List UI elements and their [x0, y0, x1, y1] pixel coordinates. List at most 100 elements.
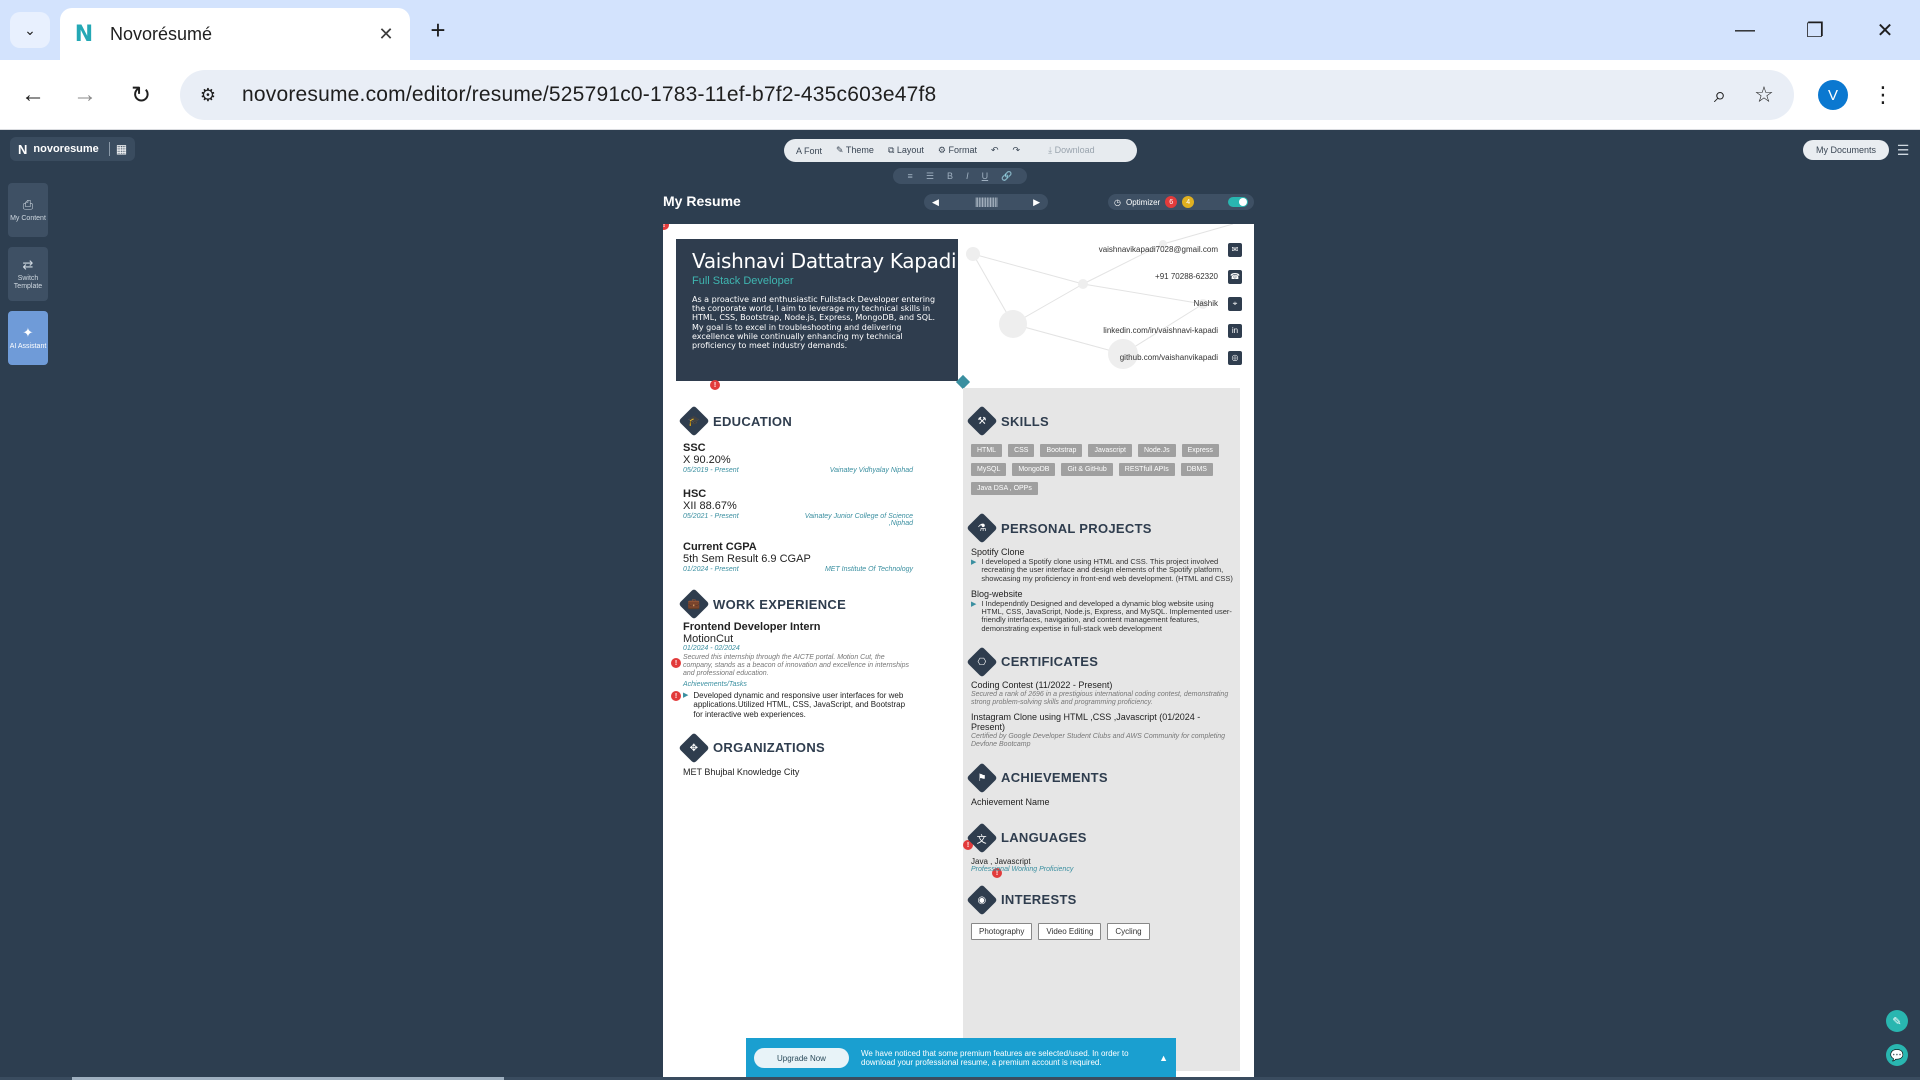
certificates-section-header[interactable]: ⎔ CERTIFICATES — [966, 646, 1236, 678]
page-slider[interactable]: ◀ |||||||||||||| ▶ — [924, 194, 1048, 210]
contact-email[interactable]: vaishnavikapadi7028@gmail.com ✉ — [1012, 236, 1242, 263]
skill-tag[interactable]: Express — [1181, 444, 1219, 457]
editor-toolbar: A Font ✎ Theme ⧉ Layout ⚙ Format ↶ ↷ ⤓ D… — [784, 139, 1137, 162]
menu-icon[interactable]: ☰ — [1892, 139, 1914, 161]
theme-button[interactable]: ✎ Theme — [836, 145, 874, 156]
work-section-header[interactable]: 💼 WORK EXPERIENCE — [678, 588, 913, 620]
my-documents-button[interactable]: My Documents — [1803, 140, 1889, 160]
interest-tag[interactable]: Photography — [971, 922, 1033, 940]
tab-search-button[interactable]: ⌄ — [10, 12, 50, 48]
certificate-item[interactable]: Coding Contest (11/2022 - Present) Secur… — [971, 680, 1236, 707]
skills-icon: ⚒ — [966, 405, 998, 437]
warning-icon[interactable]: ! — [671, 658, 681, 668]
education-item[interactable]: SSC X 90.20% 05/2019 - Present Vainatey V… — [683, 442, 913, 474]
resume-header[interactable]: Vaishnavi Dattatray Kapadi Full Stack De… — [676, 239, 958, 381]
apps-grid-icon[interactable]: ▦ — [108, 142, 127, 156]
candidate-role[interactable]: Full Stack Developer — [692, 275, 942, 287]
contact-location[interactable]: Nashik ⌖ — [1012, 290, 1242, 317]
ai-assistant-button[interactable]: ✦ AI Assistant — [8, 311, 48, 365]
redo-icon[interactable]: ↷ — [1013, 145, 1021, 156]
undo-icon[interactable]: ↶ — [991, 145, 999, 156]
restore-button[interactable]: ❐ — [1790, 10, 1840, 50]
organizations-section-header[interactable]: ✥ ORGANIZATIONS — [678, 732, 913, 764]
skill-tag[interactable]: MongoDB — [1012, 463, 1056, 476]
skill-tag[interactable]: Bootstrap — [1040, 444, 1083, 457]
skill-tag[interactable]: MySQL — [971, 463, 1007, 476]
project-item[interactable]: Blog-website ▶ I Independntly Designed an… — [971, 589, 1236, 633]
next-page-icon[interactable]: ▶ — [1033, 197, 1040, 208]
prev-page-icon[interactable]: ◀ — [932, 197, 939, 208]
skill-tag[interactable]: HTML — [971, 444, 1003, 457]
notes-icon[interactable]: ✎ — [1886, 1010, 1908, 1032]
education-item[interactable]: HSC XII 88.67% 05/2021 - Present Vainatey… — [683, 488, 913, 527]
close-window-button[interactable]: ✕ — [1860, 10, 1910, 50]
url-text[interactable]: novoresume.com/editor/resume/525791c0-17… — [242, 83, 1698, 107]
skill-tag[interactable]: Javascript — [1088, 444, 1132, 457]
resume-page[interactable]: Vaishnavi Dattatray Kapadi Full Stack De… — [663, 224, 1254, 1080]
language-item[interactable]: Java , Javascript Professional Working P… — [971, 857, 1236, 873]
minimize-button[interactable]: — — [1720, 10, 1770, 50]
achievement-item[interactable]: Achievement Name — [971, 797, 1236, 807]
achievements-section-header[interactable]: ⚑ ACHIEVEMENTS — [966, 762, 1236, 794]
bookmark-star-icon[interactable]: ☆ — [1742, 73, 1786, 117]
upgrade-now-button[interactable]: Upgrade Now — [754, 1048, 849, 1068]
interest-tag[interactable]: Video Editing — [1038, 922, 1102, 940]
skill-tag[interactable]: Java DSA , OPPs — [971, 482, 1038, 495]
layout-button[interactable]: ⧉ Layout — [888, 145, 924, 156]
logo-text: novoresume — [33, 143, 99, 155]
italic-icon[interactable]: I — [966, 171, 969, 181]
education-item[interactable]: Current CGPA 5th Sem Result 6.9 CGAP 01/… — [683, 541, 913, 573]
warning-icon[interactable]: ! — [671, 691, 681, 701]
warning-icon[interactable]: ! — [710, 380, 720, 390]
chat-icon[interactable]: 💬 — [1886, 1044, 1908, 1066]
skill-tag[interactable]: Git & GitHub — [1061, 463, 1113, 476]
my-content-button[interactable]: ⎙ My Content — [8, 183, 48, 237]
certificate-item[interactable]: Instagram Clone using HTML ,CSS ,Javascr… — [971, 712, 1236, 749]
contact-linkedin[interactable]: linkedin.com/in/vaishnavi-kapadi in — [1012, 317, 1242, 344]
zoom-icon[interactable]: ⌕ — [1698, 73, 1742, 117]
interest-tag[interactable]: Cycling — [1107, 922, 1150, 940]
profile-avatar[interactable]: V — [1818, 80, 1848, 110]
browser-menu-icon[interactable]: ⋮ — [1868, 78, 1898, 112]
site-info-icon[interactable]: ⚙ — [188, 75, 228, 115]
underline-icon[interactable]: U — [982, 171, 989, 181]
optimizer-bar[interactable]: ◷ Optimizer 6 4 — [1108, 194, 1254, 210]
skill-tag[interactable]: Node.Js — [1137, 444, 1176, 457]
novoresume-logo[interactable]: N novoresume ▦ — [10, 137, 136, 161]
work-item[interactable]: Frontend Developer Intern MotionCut 01/2… — [683, 621, 913, 719]
skill-tag[interactable]: RESTfull APIs — [1118, 463, 1175, 476]
optimizer-toggle[interactable] — [1228, 197, 1248, 207]
link-icon[interactable]: 🔗 — [1001, 171, 1012, 182]
bold-icon[interactable]: B — [947, 171, 953, 181]
contact-github[interactable]: github.com/vaishanvikapadi ◎ — [1012, 344, 1242, 371]
download-button[interactable]: ⤓ Download — [1048, 145, 1095, 156]
close-tab-icon[interactable]: ✕ — [372, 20, 400, 48]
switch-template-button[interactable]: ⇄ Switch Template — [8, 247, 48, 301]
projects-section-header[interactable]: ⚗ PERSONAL PROJECTS — [966, 512, 1236, 544]
candidate-name[interactable]: Vaishnavi Dattatray Kapadi — [692, 249, 957, 273]
omnibox[interactable]: ⚙ novoresume.com/editor/resume/525791c0-… — [180, 70, 1794, 120]
warning-icon[interactable]: ! — [663, 224, 669, 230]
project-item[interactable]: Spotify Clone ▶ I developed a Spotify clo… — [971, 547, 1236, 583]
format-label: Format — [948, 145, 977, 155]
interests-section-header[interactable]: ◉ INTERESTS — [966, 884, 1236, 916]
skill-tag[interactable]: CSS — [1008, 444, 1035, 457]
new-tab-button[interactable]: + — [422, 14, 454, 46]
font-button[interactable]: A Font — [796, 146, 822, 156]
skills-section-header[interactable]: ⚒ SKILLS — [966, 405, 1236, 437]
education-section-header[interactable]: 🎓 EDUCATION — [678, 405, 913, 437]
languages-section-header[interactable]: 文 LANGUAGES — [966, 822, 1236, 854]
back-icon[interactable]: ← — [14, 76, 52, 114]
align-left-icon[interactable]: ≡ — [908, 171, 913, 181]
list-icon[interactable]: ☰ — [926, 171, 934, 182]
contact-phone[interactable]: +91 70288-62320 ☎ — [1012, 263, 1242, 290]
reload-icon[interactable]: ↻ — [122, 76, 160, 114]
chevron-up-icon[interactable]: ▲ — [1159, 1053, 1168, 1063]
candidate-summary[interactable]: As a proactive and enthusiastic Fullstac… — [692, 295, 942, 350]
browser-tab[interactable]: N Novorésumé ✕ — [60, 8, 410, 60]
format-button[interactable]: ⚙ Format — [938, 145, 977, 156]
switch-template-label: Switch Template — [13, 274, 43, 290]
organization-item[interactable]: MET Bhujbal Knowledge City — [683, 767, 913, 777]
forward-icon[interactable]: → — [66, 76, 104, 114]
skill-tag[interactable]: DBMS — [1180, 463, 1213, 476]
